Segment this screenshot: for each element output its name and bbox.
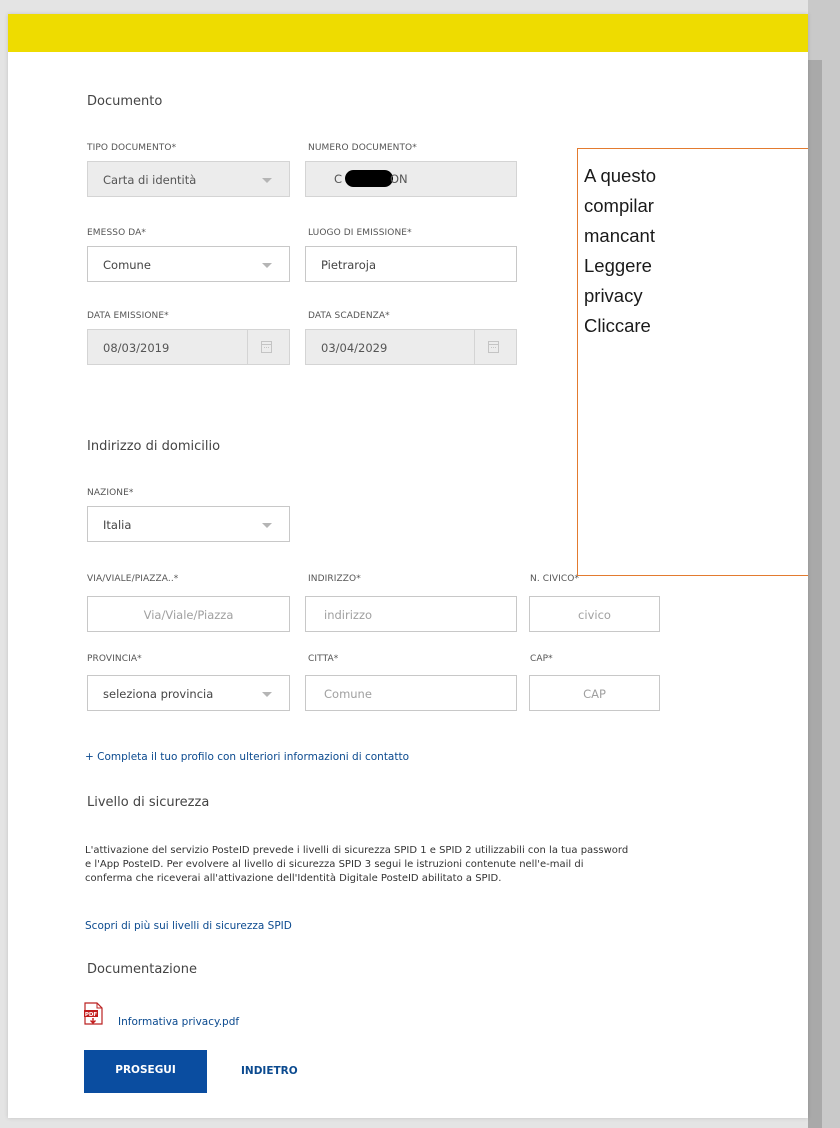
- civico-placeholder: civico: [578, 608, 611, 622]
- chevron-down-icon: [262, 523, 272, 528]
- civico-input[interactable]: civico: [529, 596, 660, 632]
- nazione-select[interactable]: Italia: [87, 506, 290, 542]
- label-data-emissione: DATA EMISSIONE*: [87, 311, 169, 321]
- numero-documento-field[interactable]: C ON: [305, 161, 517, 197]
- label-civico: N. CIVICO*: [530, 574, 580, 584]
- top-yellow-bar: [8, 14, 808, 52]
- numero-documento-visible-end: ON: [390, 172, 408, 186]
- privacy-pdf-link[interactable]: Informativa privacy.pdf: [118, 1016, 239, 1028]
- annotation-callout: A questo compilar mancant Leggere privac…: [577, 148, 808, 576]
- via-input[interactable]: Via/Viale/Piazza: [87, 596, 290, 632]
- callout-line: compilar: [584, 195, 654, 216]
- section-title-sicurezza: Livello di sicurezza: [87, 795, 210, 810]
- citta-placeholder: Comune: [324, 687, 372, 701]
- via-placeholder: Via/Viale/Piazza: [143, 608, 234, 622]
- label-luogo-emissione: LUOGO DI EMISSIONE*: [308, 228, 412, 238]
- provincia-select[interactable]: seleziona provincia: [87, 675, 290, 711]
- svg-text:PDF: PDF: [85, 1012, 98, 1018]
- calendar-icon[interactable]: [261, 341, 272, 353]
- nazione-value: Italia: [103, 518, 132, 532]
- callout-line: mancant: [584, 225, 655, 246]
- chevron-down-icon: [262, 178, 272, 183]
- callout-line: A questo: [584, 165, 657, 186]
- tipo-documento-select[interactable]: Carta di identità: [87, 161, 290, 197]
- label-emesso-da: EMESSO DA*: [87, 228, 146, 238]
- label-citta: CITTA*: [308, 654, 339, 664]
- luogo-emissione-input[interactable]: Pietraroja: [305, 246, 517, 282]
- section-title-documentazione: Documentazione: [87, 962, 197, 977]
- data-emissione-field[interactable]: 08/03/2019: [87, 329, 290, 365]
- data-emissione-value: 08/03/2019: [103, 341, 170, 355]
- chevron-down-icon: [262, 692, 272, 697]
- label-indirizzo: INDIRIZZO*: [308, 574, 361, 584]
- pdf-file-icon[interactable]: PDF: [84, 1002, 103, 1025]
- page-edge-shade: [808, 60, 822, 1128]
- provincia-value: seleziona provincia: [103, 687, 214, 701]
- label-tipo-documento: TIPO DOCUMENTO*: [87, 143, 177, 153]
- luogo-emissione-value: Pietraroja: [321, 258, 376, 272]
- numero-documento-visible-start: C: [334, 172, 343, 186]
- callout-text: A questo compilar mancant Leggere privac…: [584, 161, 656, 341]
- security-description-line-1: L'attivazione del servizio PosteID preve…: [85, 845, 629, 856]
- tipo-documento-value: Carta di identità: [103, 173, 197, 187]
- data-scadenza-field[interactable]: 03/04/2029: [305, 329, 517, 365]
- label-via: VIA/VIALE/PIAZZA..*: [87, 574, 179, 584]
- callout-line: Leggere: [584, 255, 652, 276]
- label-data-scadenza: DATA SCADENZA*: [308, 311, 390, 321]
- section-title-domicilio: Indirizzo di domicilio: [87, 439, 221, 454]
- data-scadenza-value: 03/04/2029: [321, 341, 388, 355]
- security-levels-link[interactable]: Scopri di più sui livelli di sicurezza S…: [85, 920, 292, 932]
- security-description-line-2: e l'App PosteID. Per evolvere al livello…: [85, 859, 584, 870]
- label-nazione: NAZIONE*: [87, 488, 134, 498]
- callout-line: privacy: [584, 285, 643, 306]
- indirizzo-input[interactable]: indirizzo: [305, 596, 517, 632]
- indietro-button[interactable]: INDIETRO: [241, 1065, 298, 1077]
- redaction-mark: [345, 170, 393, 187]
- citta-input[interactable]: Comune: [305, 675, 517, 711]
- cap-placeholder: CAP: [583, 687, 606, 701]
- label-numero-documento: NUMERO DOCUMENTO*: [308, 143, 417, 153]
- section-title-documento: Documento: [87, 94, 163, 109]
- cap-input[interactable]: CAP: [529, 675, 660, 711]
- prosegui-button[interactable]: PROSEGUI: [84, 1050, 207, 1093]
- label-provincia: PROVINCIA*: [87, 654, 142, 664]
- page-edge-shadow: [808, 0, 840, 1128]
- complete-profile-link[interactable]: + Completa il tuo profilo con ulteriori …: [85, 751, 409, 763]
- calendar-icon[interactable]: [488, 341, 499, 353]
- security-description-line-3: conferma che riceverai all'attivazione d…: [85, 873, 502, 884]
- emesso-da-select[interactable]: Comune: [87, 246, 290, 282]
- indirizzo-placeholder: indirizzo: [324, 608, 373, 622]
- chevron-down-icon: [262, 263, 272, 268]
- label-cap: CAP*: [530, 654, 553, 664]
- callout-line: Cliccare: [584, 315, 651, 336]
- emesso-da-value: Comune: [103, 258, 151, 272]
- field-divider: [247, 330, 248, 364]
- field-divider: [474, 330, 475, 364]
